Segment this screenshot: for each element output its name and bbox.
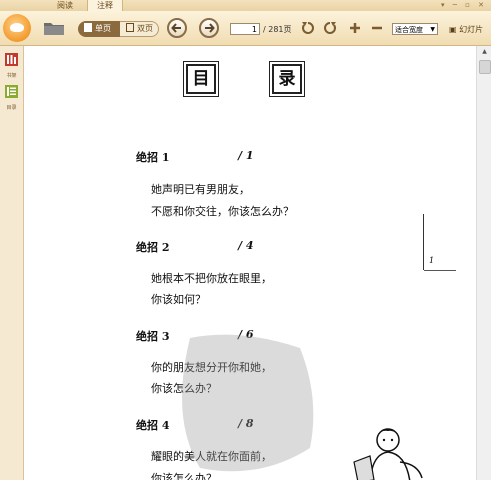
rotate-left-icon[interactable] [300,20,316,36]
toc-entry-title[interactable]: 绝招 2 [136,239,169,255]
toc-entry-line: 她根本不把你放在眼里， [151,272,272,285]
window-controls[interactable]: ▾ ─ ▫ ✕ [441,1,487,9]
single-page-label: 单页 [95,24,111,33]
rotate-right-icon[interactable] [322,20,338,36]
document-page: 目 录 绝招 1 / 1 她声明已有男朋友， 不愿和你交往，你该怎么办？ 绝招 … [24,46,476,480]
double-page-label: 双页 [137,24,153,33]
page-number-input[interactable]: 1 [230,23,260,35]
zoom-out-icon[interactable] [369,20,385,36]
page-edge-line [423,214,424,270]
double-page-button[interactable]: 双页 [120,21,159,37]
fit-mode-select[interactable]: 适合宽度 ▼ [392,23,438,35]
single-page-button[interactable]: 单页 [78,21,120,37]
toc-title-char: 录 [269,61,305,97]
reading-man-illustration [353,428,423,480]
toc-entry-title[interactable]: 绝招 3 [136,328,169,344]
toc-entry-line: 不愿和你交往，你该怎么办？ [151,205,294,218]
tab-strip: 阅读 注释 ▾ ─ ▫ ✕ [0,0,491,11]
chevron-down-icon: ▼ [430,26,435,33]
toc-entry-line: 她声明已有男朋友， [151,183,250,196]
left-sidebar: 书架 目录 [0,46,24,480]
slideshow-label: 幻灯片 [459,25,484,34]
toolbar: 单页 双页 1 / 281页 适合宽度 ▼ ▣ 幻灯片 [0,11,491,46]
page-side-number: 1 [429,256,435,265]
previous-page-button[interactable] [167,18,187,38]
sidebar-label-bookshelf: 书架 [6,73,17,79]
scroll-thumb[interactable] [479,60,491,74]
fit-mode-value: 适合宽度 [395,26,423,34]
double-page-icon [126,23,134,32]
zoom-in-icon[interactable] [347,20,363,36]
bookshelf-icon [5,53,18,66]
page-edge-line [424,270,456,271]
toc-entry-title[interactable]: 绝招 1 [136,149,169,165]
app-logo-icon[interactable] [3,14,31,42]
arrow-left-icon [171,23,181,33]
toc-entry-line: 你该如何？ [151,293,206,306]
toc-entry-page[interactable]: / 1 [238,149,254,162]
toc-title-char: 目 [183,61,219,97]
single-page-icon [84,23,92,32]
sidebar-label-toc: 目录 [6,105,17,111]
toc-entry-page[interactable]: / 4 [238,239,254,252]
watermark-seal-icon [182,334,314,472]
sidebar-item-toc[interactable]: 目录 [3,84,20,111]
next-page-button[interactable] [199,18,219,38]
scroll-up-icon[interactable]: ▲ [477,46,491,58]
tab-read[interactable]: 阅读 [50,0,80,11]
vertical-scrollbar[interactable]: ▲ [476,46,491,480]
tab-annotation[interactable]: 注释 [87,0,123,11]
slideshow-icon: ▣ [449,25,457,34]
toc-entry-title[interactable]: 绝招 4 [136,417,169,433]
open-folder-icon[interactable] [43,20,65,36]
sidebar-item-bookshelf[interactable]: 书架 [3,52,20,79]
page-total: / 281页 [263,25,292,34]
slideshow-button[interactable]: ▣ 幻灯片 [449,24,483,35]
toc-icon [5,85,18,98]
arrow-right-icon [205,23,215,33]
